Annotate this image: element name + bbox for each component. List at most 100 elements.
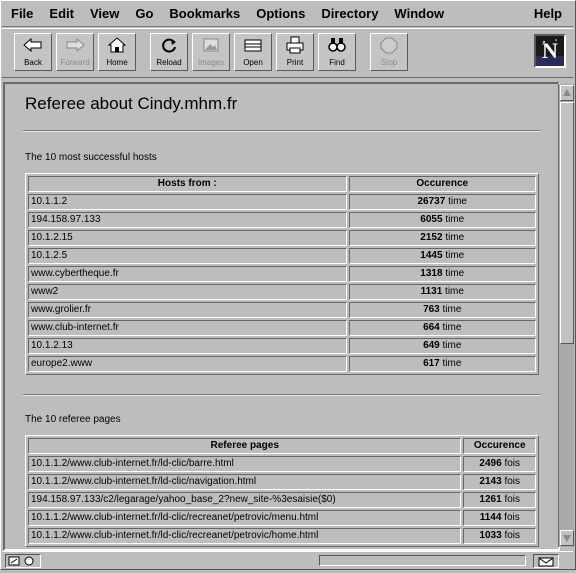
menu-window[interactable]: Window — [386, 2, 452, 26]
occurence-unit: fois — [504, 476, 520, 487]
occurence-count: 2496 — [479, 458, 502, 469]
stop-button[interactable]: Stop — [370, 33, 408, 71]
occurence-unit: fois — [504, 512, 520, 523]
scroll-down-button[interactable] — [560, 530, 574, 546]
table-row: www.cybertheque.fr 1318 time — [28, 266, 536, 282]
occurence-count: 649 — [423, 340, 440, 351]
menu-bar: File Edit View Go Bookmarks Options Dire… — [2, 2, 573, 27]
occurence-unit: time — [448, 196, 467, 207]
page-title: Referee about Cindy.mhm.fr — [25, 94, 238, 113]
content-viewport[interactable]: Referee about Cindy.mhm.fr The 10 most s… — [3, 82, 560, 551]
occurence-cell: 26737 time — [348, 194, 536, 210]
vertical-scrollbar[interactable] — [558, 84, 574, 547]
find-button[interactable]: Find — [318, 33, 356, 71]
occurence-cell: 1033 fois — [463, 528, 536, 544]
occurence-cell: 1445 time — [348, 248, 536, 264]
binoculars-icon — [319, 34, 355, 58]
forward-label: Forward — [60, 58, 90, 67]
menu-options[interactable]: Options — [248, 2, 313, 26]
referee-page-cell: 194.158.97.133/c2/legarage/yahoo_base_2?… — [28, 492, 462, 508]
table-row: 10.1.1.2/www.club-internet.fr/ld-clic/re… — [28, 510, 536, 526]
occurence-unit: time — [445, 268, 465, 279]
hosts-table: Hosts from : Occurence 10.1.1.2 26737 tim… — [25, 173, 539, 375]
occurence-count: 1144 — [479, 512, 502, 523]
host-cell: www.grolier.fr — [28, 302, 347, 318]
occurence-cell: 617 time — [348, 356, 536, 372]
host-cell: 194.158.97.133 — [28, 212, 347, 228]
occurence-unit: time — [442, 358, 462, 369]
table-row: 10.1.2.15 2152 time — [28, 230, 536, 246]
hosts-heading: The 10 most successful hosts — [25, 152, 157, 163]
table-header-row: Hosts from : Occurence — [28, 176, 536, 192]
table-row: 194.158.97.133/c2/legarage/yahoo_base_2?… — [28, 492, 536, 508]
stop-label: Stop — [380, 58, 398, 67]
occurence-count: 6055 — [420, 214, 443, 225]
security-status-icon[interactable] — [5, 554, 41, 568]
divider — [23, 394, 541, 396]
open-label: Open — [243, 58, 263, 67]
menu-file[interactable]: File — [2, 2, 41, 26]
menu-bookmarks[interactable]: Bookmarks — [161, 2, 248, 26]
occurence-cell: 1144 fois — [463, 510, 536, 526]
scroll-up-button[interactable] — [560, 85, 574, 101]
status-bar — [2, 551, 573, 569]
print-button[interactable]: Print — [276, 33, 314, 71]
host-cell: 10.1.2.5 — [28, 248, 347, 264]
occurence-unit: time — [445, 250, 465, 261]
host-cell: 10.1.2.15 — [28, 230, 347, 246]
occurence-cell: 649 time — [348, 338, 536, 354]
column-header-occurence: Occurence — [348, 176, 536, 192]
find-label: Find — [329, 58, 345, 67]
printer-icon — [277, 34, 313, 58]
occurence-count: 664 — [423, 322, 440, 333]
menu-go[interactable]: Go — [127, 2, 161, 26]
table-row: 10.1.1.2/www.club-internet.fr/ld-clic/re… — [28, 528, 536, 544]
occurence-unit: fois — [504, 458, 520, 469]
host-cell: europe2.www — [28, 356, 347, 372]
menu-view[interactable]: View — [82, 2, 127, 26]
occurence-cell: 1261 fois — [463, 492, 536, 508]
column-header-occurence: Occurence — [463, 438, 536, 454]
menu-directory[interactable]: Directory — [313, 2, 386, 26]
table-row: www.grolier.fr 763 time — [28, 302, 536, 318]
host-cell: www.cybertheque.fr — [28, 266, 347, 282]
back-button[interactable]: Back — [14, 33, 52, 71]
occurence-unit: time — [445, 232, 465, 243]
home-label: Home — [106, 58, 128, 67]
referee-heading: The 10 referee pages — [25, 414, 121, 425]
occurence-count: 1033 — [479, 530, 502, 541]
host-cell: www.club-internet.fr — [28, 320, 347, 336]
table-row: www2 1131 time — [28, 284, 536, 300]
occurence-count: 617 — [423, 358, 440, 369]
occurence-unit: fois — [504, 530, 520, 541]
occurence-cell: 2143 fois — [463, 474, 536, 490]
occurence-unit: time — [442, 322, 462, 333]
forward-button[interactable]: Forward — [56, 33, 94, 71]
forward-arrow-icon — [57, 34, 93, 58]
occurence-cell: 763 time — [348, 302, 536, 318]
images-button[interactable]: Images — [192, 33, 230, 71]
occurence-count: 1445 — [420, 250, 443, 261]
occurence-cell: 1131 time — [348, 284, 536, 300]
table-row: 10.1.1.2/www.club-internet.fr/ld-clic/na… — [28, 474, 536, 490]
occurence-count: 763 — [423, 304, 440, 315]
occurence-cell: 6055 time — [348, 212, 536, 228]
occurence-unit: time — [442, 304, 462, 315]
occurence-unit: time — [445, 286, 464, 297]
netscape-logo: N — [534, 34, 566, 68]
toolbar: Back Forward Home Reload Images Open Pri… — [2, 28, 573, 78]
scrollbar-thumb[interactable] — [560, 102, 574, 344]
mail-icon[interactable] — [533, 554, 559, 568]
occurence-cell: 2496 fois — [463, 456, 536, 472]
open-button[interactable]: Open — [234, 33, 272, 71]
occurence-unit: time — [442, 340, 462, 351]
occurence-count: 1261 — [479, 494, 502, 505]
menu-help[interactable]: Help — [526, 2, 573, 26]
menu-edit[interactable]: Edit — [41, 2, 82, 26]
occurence-count: 2152 — [420, 232, 443, 243]
occurence-unit: time — [445, 214, 465, 225]
referee-table: Referee pages Occurence 10.1.1.2/www.clu… — [25, 435, 539, 547]
table-row: 10.1.2.13 649 time — [28, 338, 536, 354]
home-button[interactable]: Home — [98, 33, 136, 71]
reload-button[interactable]: Reload — [150, 33, 188, 71]
